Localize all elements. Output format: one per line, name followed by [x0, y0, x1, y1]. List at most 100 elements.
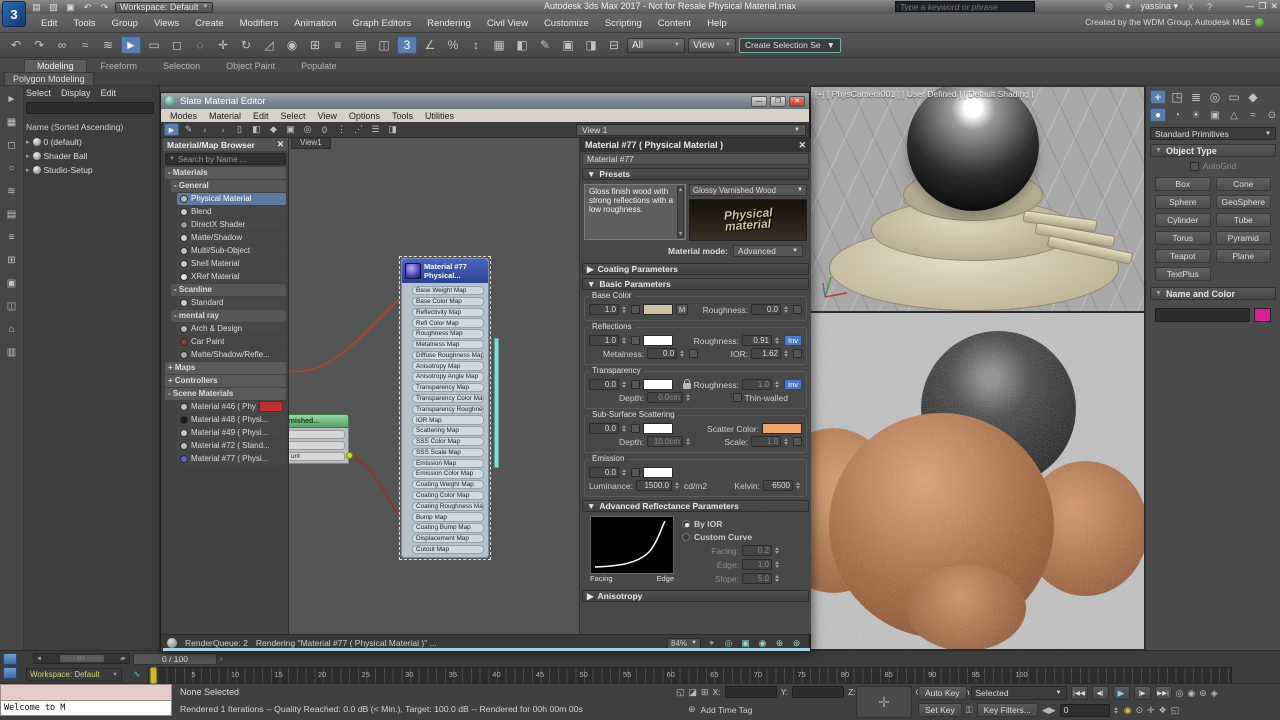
map-slot[interactable]: Transparency Color Map	[412, 393, 484, 404]
browser-close-icon[interactable]: ✕	[277, 139, 284, 150]
layer-manager-icon[interactable]: ▤	[351, 36, 371, 54]
metalness-spinner[interactable]: 0.0	[647, 348, 678, 359]
sss-color-swatch[interactable]	[643, 423, 673, 434]
unlink-selection-icon[interactable]: ≈	[75, 36, 95, 54]
menu-item[interactable]: Edit	[34, 16, 64, 31]
transparency-depth-spinner[interactable]: 0.0cm	[647, 392, 684, 403]
base-color-swatch[interactable]	[643, 304, 673, 315]
primitives-dropdown[interactable]: Standard Primitives ▼	[1150, 127, 1276, 140]
browser-row[interactable]: XRef Material	[177, 271, 286, 283]
material-editor-icon[interactable]: ▣	[558, 36, 578, 54]
map-slot[interactable]: SSS Scale Map	[412, 447, 484, 458]
preset-dropdown[interactable]: Glossy Varnished Wood ▼	[689, 184, 807, 196]
exchange-icon[interactable]: X	[1184, 2, 1197, 12]
spinner-arrows[interactable]	[775, 547, 781, 554]
map-slot[interactable]: Base Color Map	[412, 296, 484, 307]
primitive-button[interactable]: Tube	[1215, 213, 1271, 227]
view1-tab[interactable]: View1	[291, 138, 331, 149]
browser-row[interactable]: Material #77 ( Physi...	[177, 453, 286, 465]
browser-row[interactable]: Matte/Shadow/Refle...	[177, 349, 286, 361]
reflection-map-checkbox[interactable]	[631, 336, 640, 345]
base-weight-map-checkbox[interactable]	[631, 305, 640, 314]
create-tab-icon[interactable]: +	[1150, 90, 1166, 104]
browser-row[interactable]: - Scanline	[171, 284, 286, 296]
kelvin-spinner[interactable]: 6500	[763, 480, 793, 491]
zoom-extents-all-icon[interactable]: ⊛	[1199, 688, 1207, 699]
angle-snap-icon[interactable]: ∠	[420, 36, 440, 54]
maximize-viewport-icon[interactable]: ◱	[1171, 705, 1180, 716]
maximize-button[interactable]: ❐	[1258, 1, 1266, 12]
browser-toggle-icon[interactable]: ◨	[385, 123, 400, 136]
shapes-category-icon[interactable]: ◔	[1169, 108, 1185, 122]
slate-select-icon[interactable]: ►	[164, 123, 179, 136]
map-node-slot[interactable]	[289, 441, 345, 450]
spinner-arrows[interactable]	[775, 561, 781, 568]
slate-menu-item[interactable]: Options	[344, 111, 385, 121]
split-window-icon[interactable]	[3, 653, 17, 665]
browser-row[interactable]: Physical Material	[177, 193, 286, 205]
browser-row[interactable]: Material #49 ( Physi...	[177, 427, 286, 439]
base-weight-spinner[interactable]: 1.0	[589, 304, 619, 315]
selection-lock-icon[interactable]: ◪	[689, 687, 698, 698]
ribbon-tab[interactable]: Modeling	[24, 59, 87, 72]
map-slot[interactable]: Scattering Map	[412, 426, 484, 436]
menu-item[interactable]: Rendering	[420, 16, 478, 31]
base-roughness-spinner[interactable]: 0.0	[751, 304, 781, 315]
spinner-arrows[interactable]	[784, 306, 790, 313]
pan-icon[interactable]: ✛	[1147, 705, 1155, 716]
spinner-arrows[interactable]	[774, 381, 781, 388]
description-scrollbar[interactable]: ▲ ▼	[677, 186, 684, 238]
reflection-roughness-spinner[interactable]: 0.91	[741, 335, 772, 346]
map-output-socket[interactable]	[346, 452, 353, 459]
x-coordinate-field[interactable]	[724, 686, 777, 698]
browser-row[interactable]: Material #48 ( Physi...	[177, 414, 286, 426]
slope-spinner[interactable]: 5.0	[742, 573, 772, 584]
orbit-icon[interactable]: ⊙	[1136, 705, 1144, 716]
transparency-invert-button[interactable]: Inv	[783, 379, 802, 390]
map-slot[interactable]: Anisotropy Angle Map	[412, 372, 484, 382]
slate-menu-item[interactable]: Modes	[165, 111, 202, 121]
se-select-icon[interactable]: ►	[4, 92, 20, 106]
transparency-roughness-spinner[interactable]: 1.0	[741, 379, 772, 390]
keying-mode-icon[interactable]: ◉	[1124, 705, 1132, 716]
spinner-arrows[interactable]	[774, 337, 781, 344]
spinner-arrows[interactable]	[622, 306, 628, 313]
spinner-arrows[interactable]	[686, 438, 692, 445]
explorer-menu-item[interactable]: Select	[26, 88, 51, 98]
spinner-arrows[interactable]	[775, 575, 781, 582]
spinner-arrows[interactable]	[686, 394, 692, 401]
map-node-slot[interactable]: unt	[289, 452, 345, 461]
workspace-selector-bottom[interactable]: Workspace: Default ▼	[26, 668, 122, 681]
browser-row[interactable]: - Materials	[165, 167, 286, 179]
browser-row[interactable]: Matte/Shadow	[177, 232, 286, 244]
map-slot[interactable]: SSS Color Map	[412, 436, 484, 447]
sss-map-checkbox[interactable]	[631, 424, 640, 433]
map-slot[interactable]: Anisotropy Map	[412, 361, 484, 371]
spinner-arrows[interactable]	[622, 469, 628, 476]
slate-menu-item[interactable]: Select	[276, 111, 311, 121]
se-frame-icon[interactable]: ◻	[4, 138, 20, 152]
object-type-rollout[interactable]: ▼ Object Type	[1150, 144, 1276, 157]
spinner-arrows[interactable]	[784, 350, 790, 357]
browser-row[interactable]: Material #46 ( Physi...	[177, 401, 286, 413]
primitive-button[interactable]: Box	[1155, 177, 1211, 191]
lights-category-icon[interactable]: ☀	[1188, 108, 1204, 122]
next-frame-button[interactable]: |▶	[1133, 686, 1151, 700]
help-icon[interactable]: ?	[1203, 2, 1216, 12]
geometry-category-icon[interactable]: ●	[1150, 108, 1166, 122]
explorer-menu-item[interactable]: Edit	[101, 88, 117, 98]
select-object-icon[interactable]: ►	[121, 36, 141, 54]
undo-icon[interactable]: ↶	[81, 2, 94, 13]
advanced-reflectance-rollout[interactable]: ▼ Advanced Reflectance Parameters	[582, 500, 809, 512]
map-slot[interactable]: Transparency Map	[412, 383, 484, 393]
viewport-label[interactable]: [+] [ PhysCamera001 ] [ User Defined ] […	[815, 89, 1034, 99]
browser-row[interactable]: - General	[171, 180, 286, 192]
pivot-center-icon[interactable]: ◉	[282, 36, 302, 54]
map-slot[interactable]: Roughness Map	[412, 329, 484, 339]
by-ior-radio[interactable]	[682, 520, 690, 528]
anisotropy-rollout[interactable]: ▶ Anisotropy	[582, 590, 809, 602]
slate-menu-item[interactable]: Utilities	[420, 111, 459, 121]
key-filters-button[interactable]: Key Filters...	[976, 703, 1038, 717]
lock-icon[interactable]	[682, 379, 691, 389]
map-slot[interactable]: Emission Color Map	[412, 469, 484, 479]
